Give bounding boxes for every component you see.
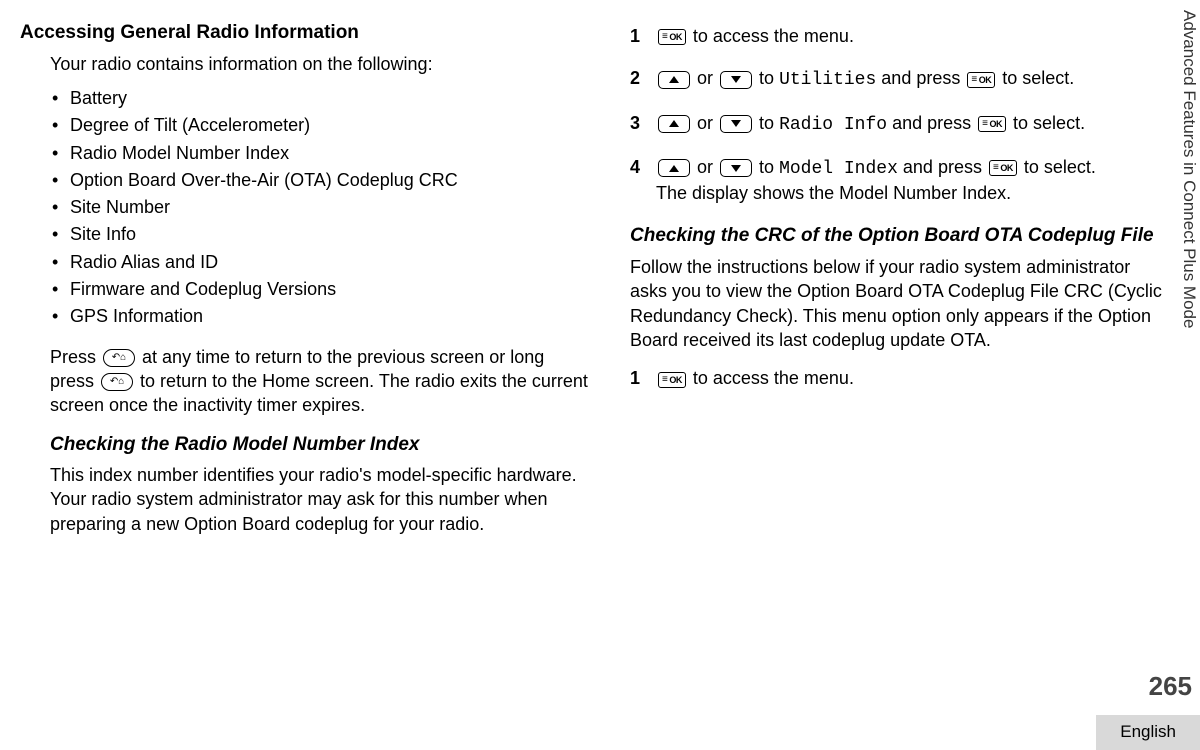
list-item: Site Number [52, 195, 590, 219]
ok-icon: OK [658, 372, 686, 388]
col-right: 1 OK to access the menu. 2 or to Utiliti… [630, 20, 1170, 660]
text: to access the menu. [693, 26, 854, 46]
step-body: or to Utilities and press OK to select. [656, 66, 1170, 92]
text: to [759, 68, 779, 88]
ok-icon: OK [978, 116, 1006, 132]
text: or [697, 157, 718, 177]
step: 1 OK to access the menu. [630, 366, 1170, 390]
paragraph: Follow the instructions below if your ra… [630, 255, 1170, 352]
up-icon [658, 115, 690, 133]
steps-list: 1 OK to access the menu. 2 or to Utiliti… [630, 24, 1170, 205]
step-number: 1 [630, 366, 644, 390]
text: to [759, 157, 779, 177]
heading-1: Accessing General Radio Information [20, 20, 590, 46]
step-body: or to Radio Info and press OK to select. [656, 111, 1170, 137]
page-number: 265 [1149, 669, 1192, 704]
step-number: 3 [630, 111, 644, 137]
col-left: Accessing General Radio Information Your… [50, 20, 590, 660]
step-body: or to Model Index and press OK to select… [656, 155, 1170, 206]
down-icon [720, 159, 752, 177]
ok-icon: OK [989, 160, 1017, 176]
down-icon [720, 115, 752, 133]
text: to access the menu. [693, 368, 854, 388]
page-content: Accessing General Radio Information Your… [0, 0, 1200, 680]
side-tab: Advanced Features in Connect Plus Mode [1177, 10, 1200, 490]
step: 2 or to Utilities and press OK to select… [630, 66, 1170, 92]
menu-target: Model Index [779, 159, 898, 179]
list-item: Battery [52, 86, 590, 110]
back-home-icon: ↶⌂ [103, 349, 135, 367]
list-item: Degree of Tilt (Accelerometer) [52, 113, 590, 137]
up-icon [658, 71, 690, 89]
list-item: Option Board Over-the-Air (OTA) Codeplug… [52, 168, 590, 192]
intro-text: Your radio contains information on the f… [50, 52, 590, 76]
text: to [759, 113, 779, 133]
step-number: 1 [630, 24, 644, 48]
ok-icon: OK [658, 29, 686, 45]
language-tab: English [1096, 715, 1200, 750]
bullet-list: Battery Degree of Tilt (Accelerometer) R… [52, 86, 590, 329]
list-item: Radio Model Number Index [52, 141, 590, 165]
text: to select. [1002, 68, 1074, 88]
step: 4 or to Model Index and press OK to sele… [630, 155, 1170, 206]
text: or [697, 68, 718, 88]
list-item: Radio Alias and ID [52, 250, 590, 274]
text: and press [881, 68, 965, 88]
heading-2: Checking the CRC of the Option Board OTA… [630, 223, 1170, 249]
step: 1 OK to access the menu. [630, 24, 1170, 48]
text: Press [50, 347, 101, 367]
paragraph: This index number identifies your radio'… [50, 463, 590, 536]
list-item: Site Info [52, 222, 590, 246]
menu-target: Utilities [779, 70, 876, 90]
step-body: OK to access the menu. [656, 24, 1170, 48]
text: or [697, 113, 718, 133]
heading-2: Checking the Radio Model Number Index [50, 432, 590, 458]
list-item: GPS Information [52, 304, 590, 328]
ok-icon: OK [967, 72, 995, 88]
step-extra: The display shows the Model Number Index… [656, 181, 1170, 205]
step-number: 2 [630, 66, 644, 92]
press-paragraph: Press ↶⌂ at any time to return to the pr… [50, 345, 590, 418]
step: 3 or to Radio Info and press OK to selec… [630, 111, 1170, 137]
up-icon [658, 159, 690, 177]
text: to select. [1013, 113, 1085, 133]
text: and press [892, 113, 976, 133]
text: and press [903, 157, 987, 177]
step-number: 4 [630, 155, 644, 206]
menu-target: Radio Info [779, 115, 887, 135]
list-item: Firmware and Codeplug Versions [52, 277, 590, 301]
text: to select. [1024, 157, 1096, 177]
down-icon [720, 71, 752, 89]
step-body: OK to access the menu. [656, 366, 1170, 390]
back-home-icon: ↶⌂ [101, 373, 133, 391]
